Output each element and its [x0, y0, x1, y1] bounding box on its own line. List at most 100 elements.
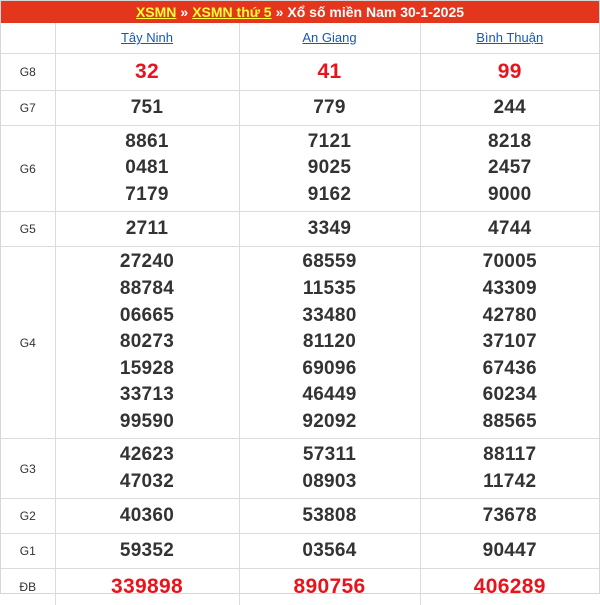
- result-cell: 244: [420, 91, 599, 126]
- prize-label: G2: [1, 499, 55, 534]
- result-number: 99: [421, 59, 600, 86]
- prize-row-g1: G1593520356490447: [1, 534, 599, 569]
- page-title: Xổ số miền Nam 30-1-2025: [287, 4, 464, 20]
- result-number: 27240: [56, 249, 239, 276]
- result-cell: 886104817179: [55, 126, 239, 212]
- result-number: 53808: [240, 503, 420, 530]
- result-number: 68559: [240, 249, 420, 276]
- result-number: 33480: [240, 303, 420, 330]
- result-cell: 4262347032: [55, 439, 239, 499]
- province-link-tay-ninh[interactable]: Tây Ninh: [121, 30, 173, 45]
- prize-row-g5: G5271133494744: [1, 212, 599, 247]
- result-number: 70005: [421, 249, 600, 276]
- result-number: 42780: [421, 303, 600, 330]
- result-number: 9025: [240, 155, 420, 182]
- prize-label: ĐB: [1, 569, 55, 605]
- result-number: 90447: [421, 538, 600, 565]
- special-prize-number: 890756: [240, 574, 420, 601]
- prize-row-g6: G6886104817179712190259162821824579000: [1, 126, 599, 212]
- result-cell: 41: [239, 54, 420, 91]
- result-number: 69096: [240, 356, 420, 383]
- result-cell: 751: [55, 91, 239, 126]
- result-number: 06665: [56, 303, 239, 330]
- result-cell: 2711: [55, 212, 239, 247]
- breadcrumb-separator: »: [180, 4, 188, 20]
- results-table: Tây Ninh An Giang Bình Thuận G8324199G77…: [1, 23, 599, 605]
- result-number: 73678: [421, 503, 600, 530]
- result-number: 779: [240, 95, 420, 122]
- result-cell: 99: [420, 54, 599, 91]
- result-cell: 53808: [239, 499, 420, 534]
- result-number: 47032: [56, 469, 239, 496]
- result-cell: 27240887840666580273159283371399590: [55, 247, 239, 439]
- result-number: 80273: [56, 329, 239, 356]
- prize-row-g8: G8324199: [1, 54, 599, 91]
- breadcrumb-link-xsmn-thu-5[interactable]: XSMN thứ 5: [192, 4, 271, 20]
- result-number: 92092: [240, 409, 420, 436]
- result-cell: 90447: [420, 534, 599, 569]
- prize-row-g2: G2403605380873678: [1, 499, 599, 534]
- result-number: 9000: [421, 182, 600, 209]
- result-number: 33713: [56, 382, 239, 409]
- result-cell: 5731108903: [239, 439, 420, 499]
- result-number: 42623: [56, 442, 239, 469]
- result-number: 8218: [421, 129, 600, 156]
- prize-row-g7: G7751779244: [1, 91, 599, 126]
- result-number: 88117: [421, 442, 600, 469]
- result-number: 9162: [240, 182, 420, 209]
- result-cell: 03564: [239, 534, 420, 569]
- result-number: 60234: [421, 382, 600, 409]
- result-number: 7179: [56, 182, 239, 209]
- prize-label: G8: [1, 54, 55, 91]
- result-number: 41: [240, 59, 420, 86]
- result-cell: 890756: [239, 569, 420, 605]
- result-number: 46449: [240, 382, 420, 409]
- result-number: 0481: [56, 155, 239, 182]
- result-number: 2711: [56, 216, 239, 243]
- province-header: Tây Ninh: [55, 23, 239, 54]
- result-number: 40360: [56, 503, 239, 530]
- result-number: 11535: [240, 276, 420, 303]
- result-number: 37107: [421, 329, 600, 356]
- result-number: 7121: [240, 129, 420, 156]
- prize-label: G3: [1, 439, 55, 499]
- result-cell: 779: [239, 91, 420, 126]
- result-number: 11742: [421, 469, 600, 496]
- result-cell: 821824579000: [420, 126, 599, 212]
- result-cell: 8811711742: [420, 439, 599, 499]
- breadcrumb-separator: »: [276, 4, 284, 20]
- result-number: 88565: [421, 409, 600, 436]
- province-link-binh-thuan[interactable]: Bình Thuận: [476, 30, 543, 45]
- prize-label: G5: [1, 212, 55, 247]
- result-number: 4744: [421, 216, 600, 243]
- result-number: 43309: [421, 276, 600, 303]
- result-number: 81120: [240, 329, 420, 356]
- lottery-results: XSMN»XSMN thứ 5»Xổ số miền Nam 30-1-2025…: [0, 0, 600, 594]
- prize-row-đb: ĐB339898890756406289: [1, 569, 599, 605]
- result-number: 244: [421, 95, 600, 122]
- breadcrumb-link-xsmn[interactable]: XSMN: [136, 4, 176, 20]
- header-empty-cell: [1, 23, 55, 54]
- result-number: 15928: [56, 356, 239, 383]
- special-prize-number: 406289: [421, 574, 600, 601]
- result-cell: 339898: [55, 569, 239, 605]
- result-number: 08903: [240, 469, 420, 496]
- result-number: 3349: [240, 216, 420, 243]
- prize-row-g4: G427240887840666580273159283371399590685…: [1, 247, 599, 439]
- prize-label: G6: [1, 126, 55, 212]
- result-cell: 40360: [55, 499, 239, 534]
- result-cell: 68559115353348081120690964644992092: [239, 247, 420, 439]
- result-number: 88784: [56, 276, 239, 303]
- prize-label: G4: [1, 247, 55, 439]
- result-number: 99590: [56, 409, 239, 436]
- result-cell: 4744: [420, 212, 599, 247]
- breadcrumb: XSMN»XSMN thứ 5»Xổ số miền Nam 30-1-2025: [1, 1, 599, 23]
- province-link-an-giang[interactable]: An Giang: [302, 30, 356, 45]
- result-cell: 73678: [420, 499, 599, 534]
- special-prize-number: 339898: [56, 574, 239, 601]
- province-header: An Giang: [239, 23, 420, 54]
- result-cell: 32: [55, 54, 239, 91]
- result-number: 32: [56, 59, 239, 86]
- prize-label: G7: [1, 91, 55, 126]
- result-number: 57311: [240, 442, 420, 469]
